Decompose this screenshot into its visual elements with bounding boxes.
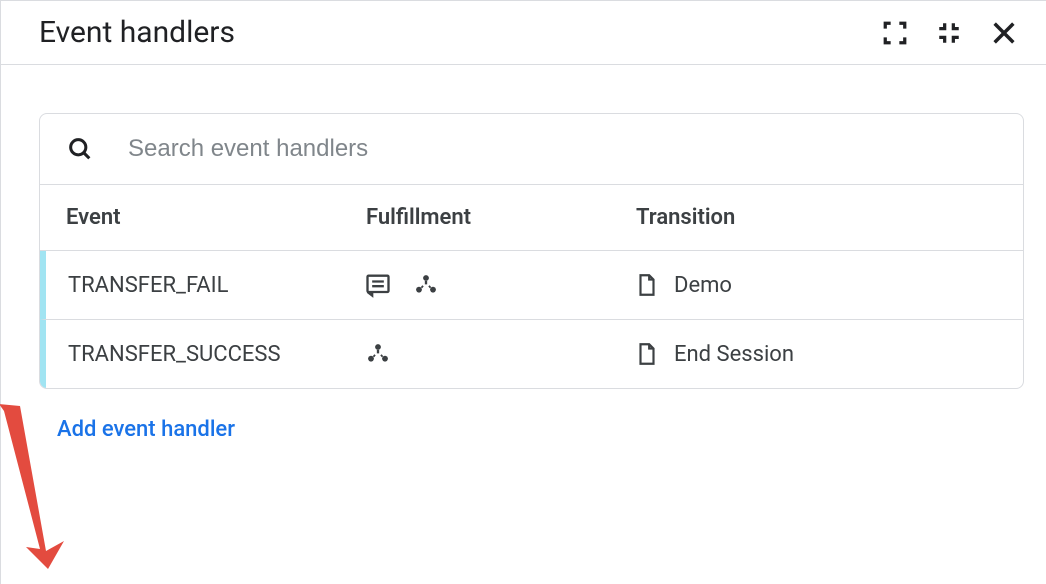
- search-icon: [66, 135, 94, 163]
- table-row[interactable]: TRANSFER_SUCCESS: [40, 320, 1023, 388]
- fullscreen-exit-icon[interactable]: [936, 20, 962, 46]
- close-icon[interactable]: [990, 19, 1018, 47]
- table-header-row: Event Fulfillment Transition: [40, 185, 1023, 251]
- panel-title: Event handlers: [39, 15, 235, 50]
- transition-label: End Session: [674, 342, 794, 367]
- panel-body: Event Fulfillment Transition TRANSFER_FA…: [1, 65, 1046, 584]
- event-name: TRANSFER_FAIL: [68, 273, 364, 298]
- table-row[interactable]: TRANSFER_FAIL: [40, 251, 1023, 320]
- transition-cell: End Session: [634, 341, 1001, 367]
- transition-cell: Demo: [634, 272, 1001, 298]
- search-input[interactable]: [126, 134, 997, 164]
- transition-label: Demo: [674, 273, 732, 298]
- page-icon: [634, 341, 660, 367]
- page-icon: [634, 272, 660, 298]
- webhook-icon: [364, 340, 392, 368]
- message-icon: [364, 271, 392, 299]
- event-handlers-panel: Event handlers: [0, 0, 1046, 584]
- add-event-handler-link[interactable]: Add event handler: [57, 417, 235, 442]
- panel-header: Event handlers: [1, 1, 1046, 65]
- webhook-icon: [412, 271, 440, 299]
- event-name: TRANSFER_SUCCESS: [68, 342, 364, 367]
- column-header-event: Event: [66, 205, 366, 230]
- column-header-fulfillment: Fulfillment: [366, 205, 636, 230]
- fulfillment-cell: [364, 271, 634, 299]
- fulfillment-cell: [364, 340, 634, 368]
- header-actions: [882, 19, 1018, 47]
- event-handlers-card: Event Fulfillment Transition TRANSFER_FA…: [39, 113, 1024, 389]
- fullscreen-icon[interactable]: [882, 20, 908, 46]
- column-header-transition: Transition: [636, 205, 997, 230]
- search-row: [40, 114, 1023, 185]
